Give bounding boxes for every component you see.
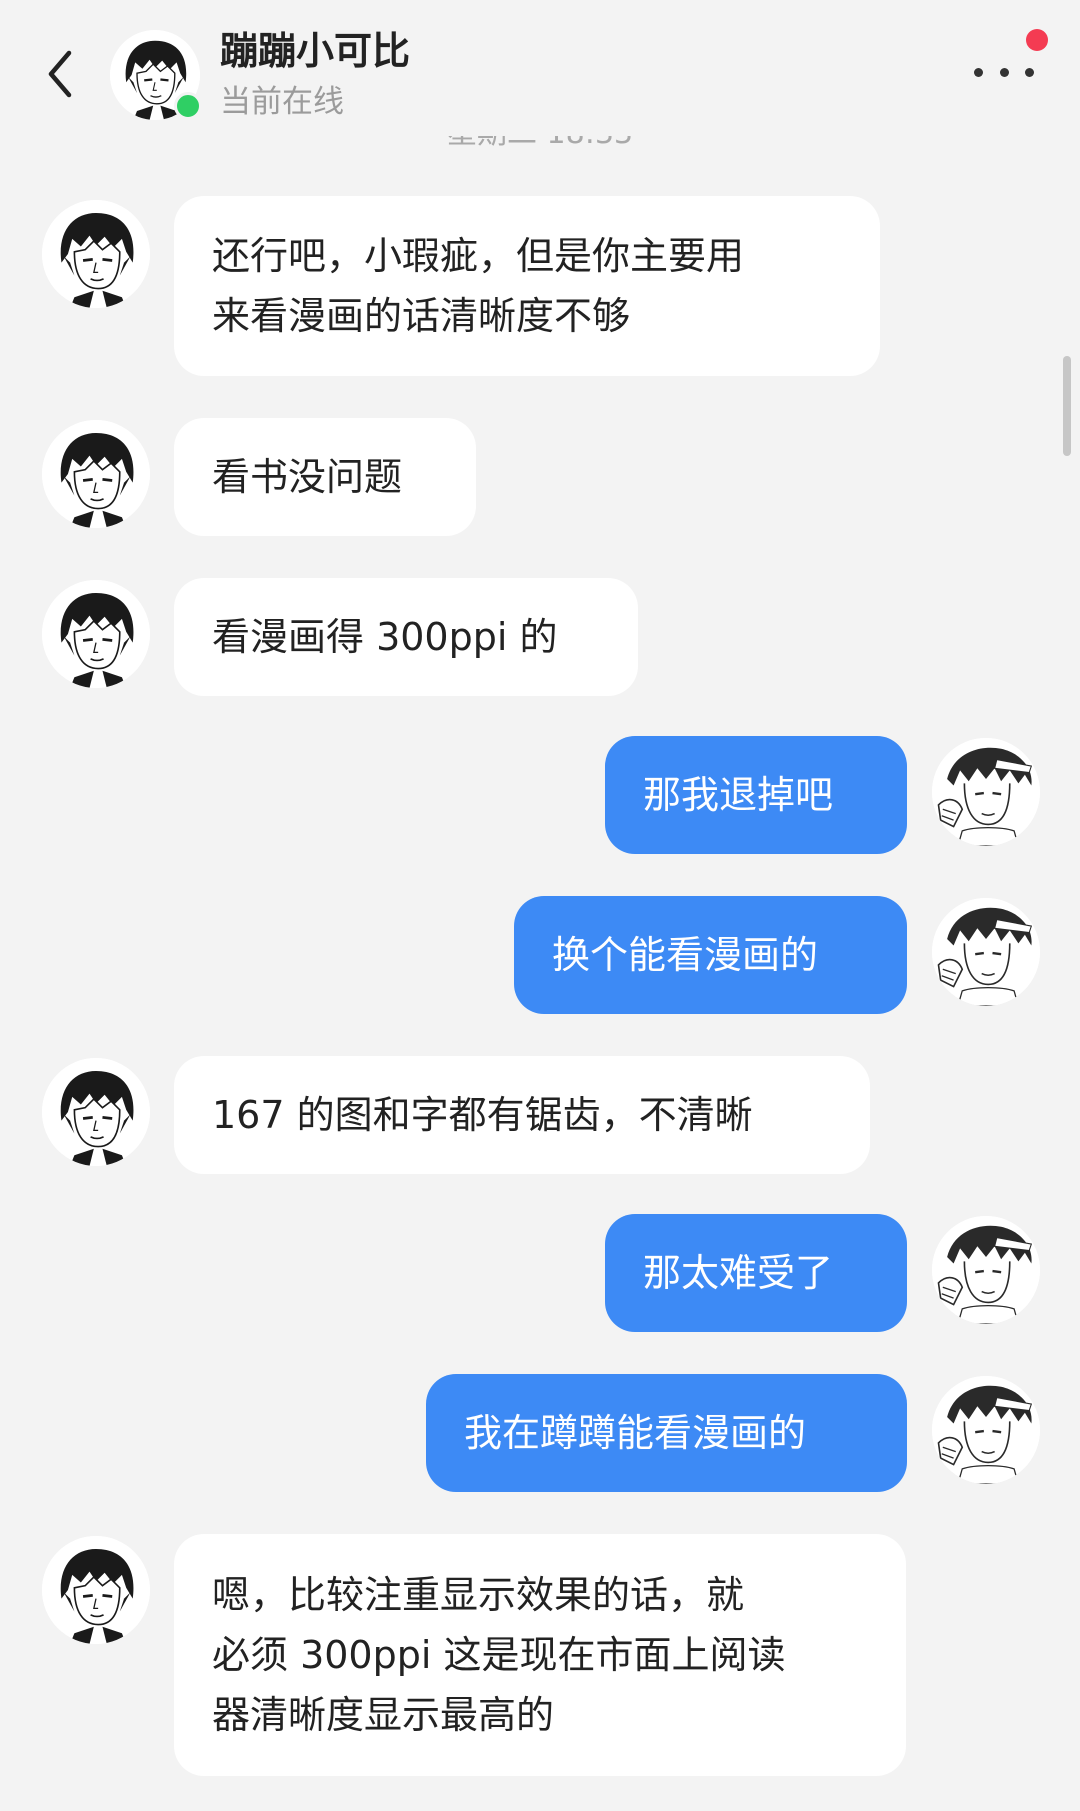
contact-avatar[interactable] [42,420,150,528]
incoming-message-bubble[interactable]: 167 的图和字都有锯齿，不清晰 [174,1056,870,1174]
contact-avatar[interactable] [42,1536,150,1644]
user-avatar[interactable] [932,738,1040,846]
incoming-message-bubble[interactable]: 看书没问题 [174,418,476,536]
user-avatar[interactable] [932,1216,1040,1324]
chat-header: 蹦蹦小可比 当前在线 [0,0,1080,136]
contact-avatar[interactable] [42,1058,150,1166]
outgoing-message-bubble[interactable]: 我在蹲蹲能看漫画的 [426,1374,907,1492]
more-horizontal-icon [974,67,983,77]
back-button[interactable] [38,44,82,104]
incoming-message-bubble[interactable]: 嗯，比较注重显示效果的话，就 必须 300ppi 这是现在市面上阅读 器清晰度显… [174,1534,906,1776]
user-avatar[interactable] [932,1376,1040,1484]
incoming-message-bubble[interactable]: 看漫画得 300ppi 的 [174,578,638,696]
outgoing-message-bubble[interactable]: 那我退掉吧 [605,736,907,854]
online-status-dot [174,92,202,120]
notification-dot [1026,29,1048,51]
outgoing-message-bubble[interactable]: 那太难受了 [605,1214,907,1332]
outgoing-message-bubble[interactable]: 换个能看漫画的 [514,896,907,1014]
contact-avatar[interactable] [42,580,150,688]
contact-name: 蹦蹦小可比 [220,29,411,73]
more-options-button[interactable] [974,50,1034,94]
chevron-left-icon [48,50,72,98]
incoming-message-bubble[interactable]: 还行吧，小瑕疵，但是你主要用 来看漫画的话清晰度不够 [174,196,880,376]
contact-status: 当前在线 [220,84,344,120]
scrollbar[interactable] [1063,356,1071,456]
user-avatar[interactable] [932,898,1040,1006]
contact-avatar[interactable] [42,200,150,308]
